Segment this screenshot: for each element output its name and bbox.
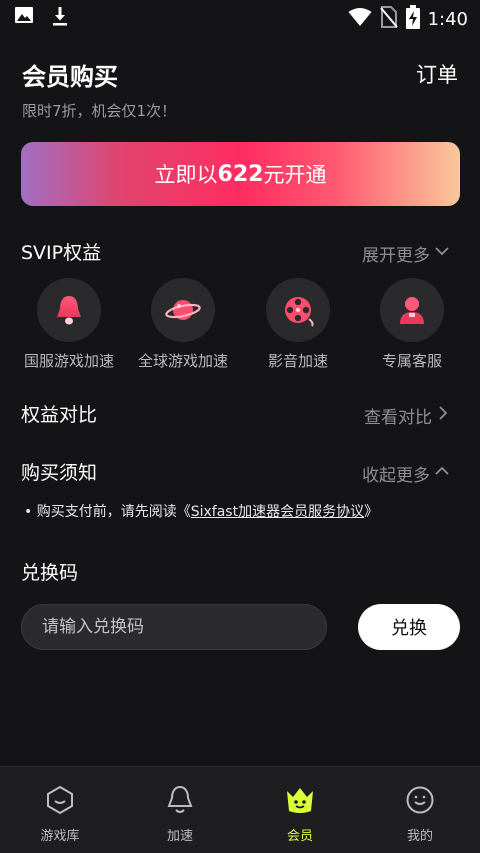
tab-label: 会员: [286, 829, 313, 844]
svip-section-title: SVIP权益: [21, 242, 102, 264]
no-sim-icon: [379, 6, 398, 32]
chevron-up-icon: [434, 463, 450, 484]
image-icon: [14, 6, 34, 30]
benefit-domestic-games[interactable]: 国服游戏加速: [14, 278, 124, 371]
purchase-notice-text: • 购买支付前，请先阅读《Sixfast加速器会员服务协议》: [24, 501, 378, 521]
purchase-price: 622: [217, 161, 264, 187]
promo-subtitle: 限时7折，机会仅1次！: [22, 102, 177, 120]
download-icon: [52, 6, 68, 30]
svip-expand-link[interactable]: 展开更多: [362, 241, 450, 266]
status-bar: 1:40: [0, 0, 480, 34]
orders-link[interactable]: 订单: [416, 59, 458, 89]
compare-link-label: 查看对比: [364, 408, 432, 428]
accelerate-icon: [166, 785, 194, 819]
notice-text-prefix: 购买支付前，请先阅读《: [36, 504, 191, 520]
bell-icon: [37, 278, 101, 342]
chevron-right-icon: [436, 404, 450, 427]
notice-collapse-link[interactable]: 收起更多: [362, 461, 450, 486]
member-purchase-page: 1:40 会员购买 订单 限时7折，机会仅1次！ 立即以 622 元开通 SVIP权…: [0, 0, 480, 853]
notice-bullet: •: [24, 504, 33, 520]
member-icon: [284, 785, 316, 819]
clock: 1:40: [427, 8, 468, 30]
purchase-button[interactable]: 立即以 622 元开通: [21, 142, 460, 206]
page-title: 会员购买: [22, 63, 118, 91]
benefit-label: 影音加速: [267, 352, 328, 370]
chevron-down-icon: [434, 243, 450, 264]
wifi-icon: [348, 7, 372, 31]
benefit-dedicated-support[interactable]: 专属客服: [357, 278, 467, 371]
notice-text-suffix: 》: [364, 504, 379, 520]
tab-profile[interactable]: 我的: [380, 785, 460, 844]
bottom-tab-bar: 游戏库 加速 会员 我的: [0, 766, 480, 853]
benefit-global-games[interactable]: 全球游戏加速: [128, 278, 238, 371]
film-reel-icon: [266, 278, 330, 342]
redeem-section-title: 兑换码: [21, 562, 79, 584]
tab-member[interactable]: 会员: [260, 785, 340, 844]
svip-benefits: 国服游戏加速 全球游戏加速 影音加速 专属客服: [0, 278, 480, 378]
tab-label: 我的: [406, 829, 433, 844]
purchase-button-suffix: 元开通: [263, 163, 327, 187]
tab-label: 游戏库: [40, 829, 80, 844]
battery-charging-icon: [405, 5, 420, 33]
game-library-icon: [45, 785, 75, 819]
tab-label: 加速: [166, 829, 193, 844]
planet-icon: [151, 278, 215, 342]
purchase-button-prefix: 立即以: [154, 163, 218, 187]
benefit-media-acceleration[interactable]: 影音加速: [243, 278, 353, 371]
notice-section-title: 购买须知: [21, 462, 98, 484]
notice-collapse-label: 收起更多: [362, 466, 430, 486]
benefit-label: 国服游戏加速: [23, 352, 114, 370]
profile-icon: [405, 785, 435, 819]
tab-game-library[interactable]: 游戏库: [20, 785, 100, 844]
service-agreement-link[interactable]: Sixfast加速器会员服务协议: [191, 504, 364, 520]
svip-expand-label: 展开更多: [362, 246, 430, 266]
benefit-label: 全球游戏加速: [137, 352, 228, 370]
tab-accelerate[interactable]: 加速: [140, 785, 220, 844]
redeem-button[interactable]: 兑换: [358, 604, 460, 650]
redeem-code-input[interactable]: [21, 604, 327, 650]
compare-section-title: 权益对比: [21, 404, 98, 426]
compare-link[interactable]: 查看对比: [364, 403, 450, 428]
benefit-label: 专属客服: [381, 352, 442, 370]
agent-icon: [380, 278, 444, 342]
